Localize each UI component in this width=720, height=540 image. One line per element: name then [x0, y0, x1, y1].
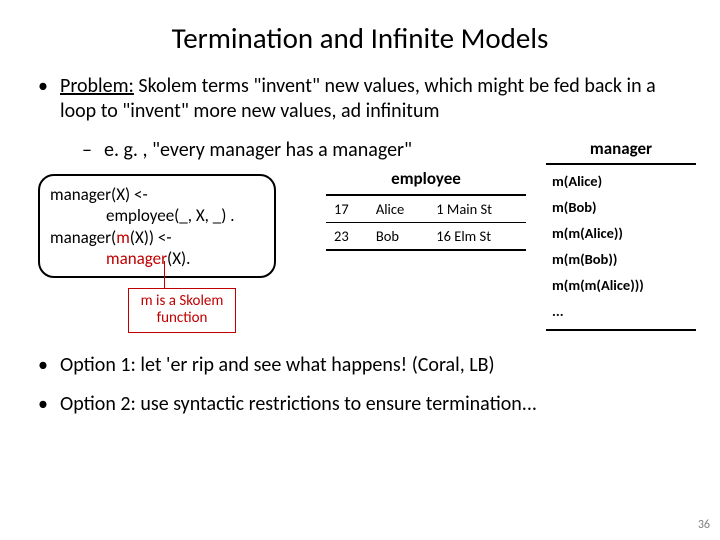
- problem-label: Problem:: [60, 74, 134, 98]
- employee-table: 17 Alice 1 Main St 23 Bob 16 Elm St: [326, 194, 526, 251]
- table-row: 23 Bob 16 Elm St: [326, 223, 526, 251]
- rules-box: manager(X) <- employee(_, X, _) . manage…: [38, 174, 276, 278]
- slide-body: Problem: Skolem terms "invent" new value…: [0, 74, 720, 417]
- option1-bullet: Option 1: let 'er rip and see what happe…: [36, 353, 684, 378]
- page-number: 36: [698, 518, 710, 532]
- manager-column: manager m(Alice) m(Bob) m(m(Alice)) m(m(…: [546, 138, 696, 331]
- employee-table-block: employee 17 Alice 1 Main St 23 Bob 16 El…: [326, 168, 526, 251]
- option2-bullet: Option 2: use syntactic restrictions to …: [36, 392, 684, 417]
- manager-table-title: manager: [546, 138, 696, 159]
- skolem-function-label: m is a Skolem function: [128, 288, 236, 333]
- table-row: 17 Alice 1 Main St: [326, 195, 526, 223]
- list-item: m(Alice): [546, 168, 696, 194]
- list-item: m(m(Alice)): [546, 220, 696, 246]
- employee-table-title: employee: [326, 168, 526, 189]
- list-item: m(m(Bob)): [546, 246, 696, 272]
- list-item: ...: [546, 298, 696, 324]
- mid-content-row: manager(X) <- employee(_, X, _) . manage…: [36, 168, 684, 343]
- problem-bullet: Problem: Skolem terms "invent" new value…: [36, 74, 684, 124]
- list-item: m(m(m(Alice))): [546, 272, 696, 298]
- problem-text: Skolem terms "invent" new values, which …: [60, 74, 656, 123]
- skolem-connector-line: [164, 261, 180, 289]
- list-item: m(Bob): [546, 194, 696, 220]
- slide-title: Termination and Infinite Models: [0, 0, 720, 74]
